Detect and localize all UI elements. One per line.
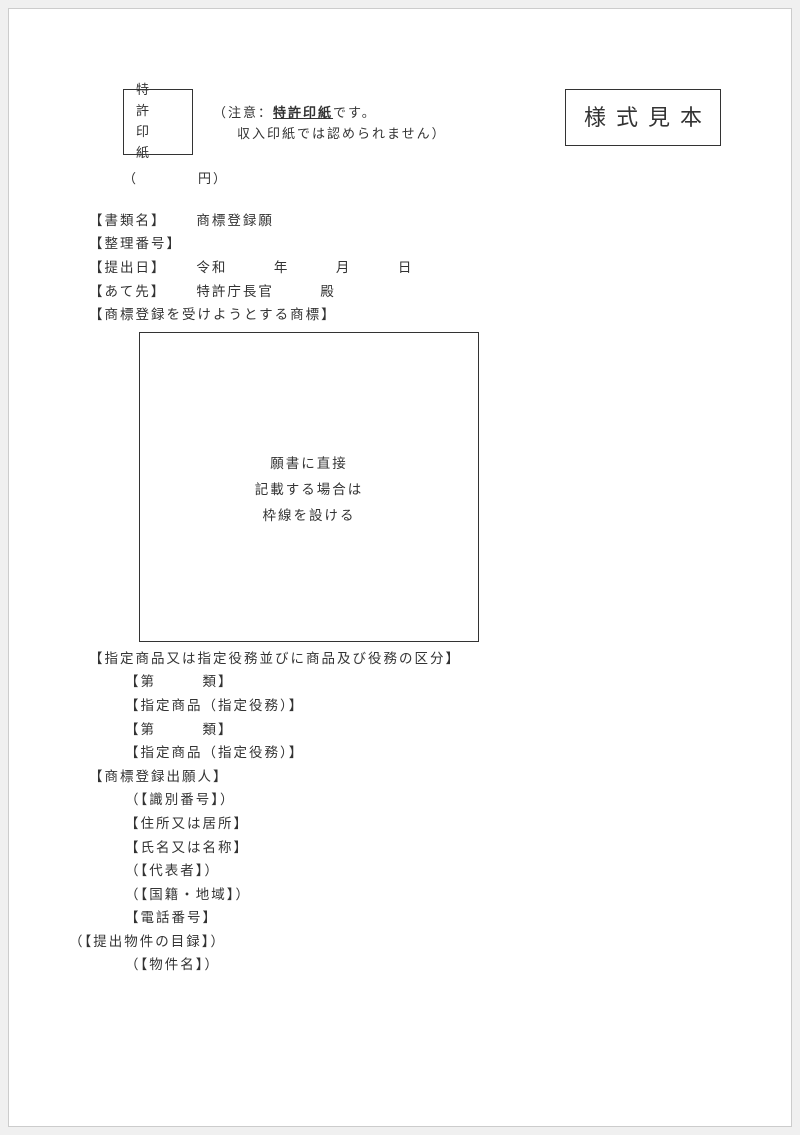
note-line2: 収入印紙では認められません） [213, 124, 447, 145]
addressee-value: 特許庁長官 殿 [196, 284, 336, 299]
applicant-address: 【住所又は居所】 [89, 813, 721, 835]
attachments-section-label: （【提出物件の目録】） [69, 931, 721, 953]
ref-no-line: 【整理番号】 [89, 233, 721, 255]
class-label-2: 【第 類】 [89, 719, 721, 741]
tm-box-line3: 枠線を設ける [263, 505, 356, 527]
header-row: 特 許 印 紙 （注意：特許印紙です。 収入印紙では認められません） 様式見本 [89, 89, 721, 155]
note-bold: 特許印紙 [273, 105, 333, 120]
applicant-nationality: （【国籍・地域】） [89, 884, 721, 906]
applicant-rep: （【代表者】） [89, 860, 721, 882]
applicant-id-no: （【識別番号】） [89, 789, 721, 811]
attachments-item: （【物件名】） [89, 954, 721, 976]
submit-date-line: 【提出日】 令和 年 月 日 [89, 257, 721, 279]
applicant-phone: 【電話番号】 [89, 907, 721, 929]
submit-date-value: 令和 年 月 日 [196, 260, 413, 275]
note-text: （注意：特許印紙です。 収入印紙では認められません） [213, 103, 447, 145]
stamp-line1: 特 許 [136, 80, 192, 122]
patent-stamp-box: 特 許 印 紙 [123, 89, 193, 155]
stamp-line2: 印 紙 [136, 122, 192, 164]
doc-name-value: 商標登録願 [196, 213, 274, 228]
addressee-label: 【あて先】 [89, 281, 191, 303]
tm-box-line2: 記載する場合は [255, 479, 364, 501]
goods-section-label: 【指定商品又は指定役務並びに商品及び役務の区分】 [89, 648, 721, 670]
goods-label-1: 【指定商品（指定役務）】 [89, 695, 721, 717]
applicant-section-label: 【商標登録出願人】 [89, 766, 721, 788]
note-suffix: です。 [333, 105, 377, 120]
note-prefix: （注意： [213, 105, 273, 120]
trademark-section-label: 【商標登録を受けようとする商標】 [89, 304, 721, 326]
sample-badge: 様式見本 [565, 89, 721, 146]
tm-box-line1: 願書に直接 [270, 453, 348, 475]
price-line: （ 円） [123, 169, 721, 190]
doc-name-label: 【書類名】 [89, 210, 191, 232]
addressee-line: 【あて先】 特許庁長官 殿 [89, 281, 721, 303]
class-label-1: 【第 類】 [89, 671, 721, 693]
document-page: 特 許 印 紙 （注意：特許印紙です。 収入印紙では認められません） 様式見本 … [8, 8, 792, 1127]
submit-date-label: 【提出日】 [89, 257, 191, 279]
trademark-box: 願書に直接 記載する場合は 枠線を設ける [139, 332, 479, 642]
goods-label-2: 【指定商品（指定役務）】 [89, 742, 721, 764]
applicant-name: 【氏名又は名称】 [89, 837, 721, 859]
doc-name-line: 【書類名】 商標登録願 [89, 210, 721, 232]
ref-no-label: 【整理番号】 [89, 236, 182, 251]
